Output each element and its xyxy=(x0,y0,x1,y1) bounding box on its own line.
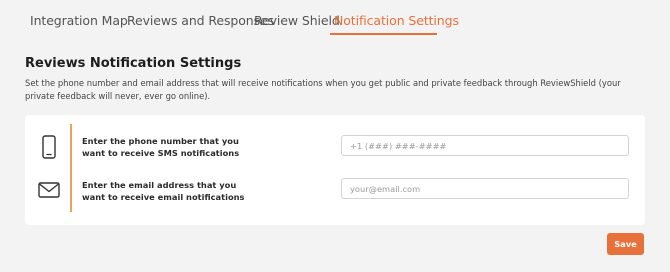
tab-notification-settings[interactable]: Notification Settings xyxy=(334,13,459,28)
phone-number-input[interactable] xyxy=(341,135,629,156)
email-input[interactable] xyxy=(341,178,629,199)
phone-field-label: Enter the phone number that you want to … xyxy=(82,136,240,158)
tab-review-shield[interactable]: Review Shield xyxy=(254,13,340,28)
notification-settings-card: Enter the phone number that you want to … xyxy=(25,115,645,225)
smartphone-icon xyxy=(42,135,56,159)
tab-reviews-and-responses[interactable]: Reviews and Responses xyxy=(127,13,274,28)
section-description: Set the phone number and email address t… xyxy=(25,78,621,101)
active-tab-indicator xyxy=(330,33,437,35)
tab-integration-map[interactable]: Integration Map xyxy=(30,13,128,28)
card-divider xyxy=(70,124,72,212)
envelope-icon xyxy=(38,182,60,198)
tab-bar: Integration Map Reviews and Responses Re… xyxy=(0,0,670,40)
email-field-label: Enter the email address that you want to… xyxy=(82,180,245,202)
save-button[interactable]: Save xyxy=(607,233,644,255)
section-title: Reviews Notification Settings xyxy=(25,56,242,71)
